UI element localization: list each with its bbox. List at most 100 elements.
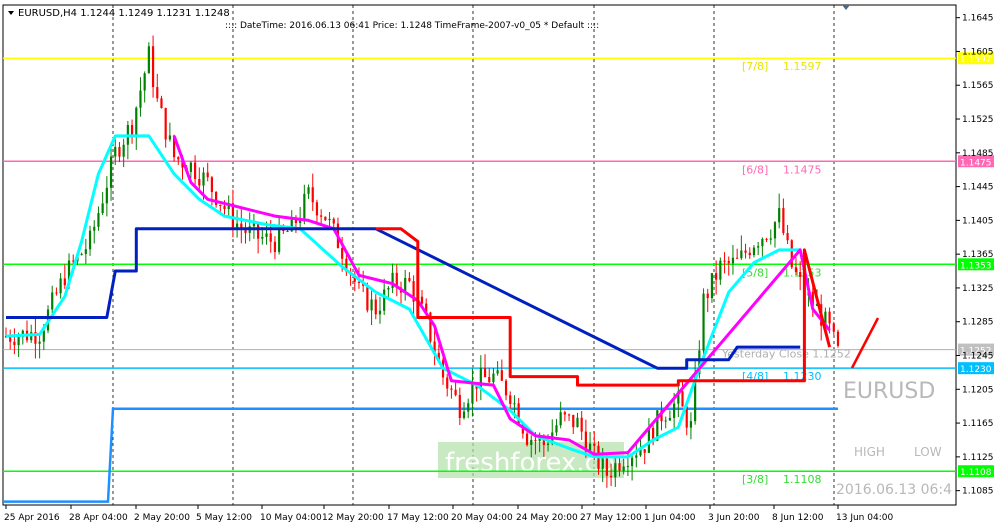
time-tick-label: 27 May 12:00 [580, 513, 642, 523]
candle-body [450, 388, 453, 390]
candle-body [177, 157, 180, 160]
candle-body [563, 412, 566, 415]
candle-body [706, 293, 709, 299]
candle-body [748, 252, 751, 256]
candle-body [273, 241, 277, 253]
candle-body [118, 146, 121, 157]
candle-body [97, 213, 100, 227]
time-tick-label: 10 May 04:00 [260, 513, 322, 523]
plot-area [2, 4, 957, 506]
candle-body [122, 144, 125, 157]
candle-body [156, 87, 159, 99]
candle-body [160, 98, 163, 109]
candle-body [525, 433, 529, 445]
candle-body [446, 377, 449, 389]
time-tick-label: 3 Jun 20:00 [708, 513, 760, 523]
candle-body [664, 420, 667, 422]
price-tick-label: 1.1405 [962, 216, 994, 226]
candle-body [236, 223, 239, 228]
candle-body [769, 238, 772, 240]
price-tick-label: 1.1525 [962, 115, 994, 125]
candle-body [193, 162, 197, 179]
level-label: [3/8] [742, 473, 768, 486]
candle-body [93, 226, 96, 231]
candle-body [626, 466, 629, 468]
candle-body [332, 218, 335, 224]
time-tick-label: 8 Jun 12:00 [772, 513, 824, 523]
candle-body [643, 449, 646, 453]
candle-body [710, 273, 714, 299]
candle-body [673, 403, 676, 418]
candle-body [471, 383, 474, 404]
candle-body [492, 373, 495, 383]
time-tick-label: 2 May 20:00 [134, 513, 190, 523]
candle-body [13, 341, 16, 346]
candle-body [744, 250, 747, 253]
candle-body [17, 336, 20, 346]
time-tick-label: 17 May 12:00 [387, 513, 449, 523]
level-value: 1.1108 [783, 473, 822, 486]
level-value: 1.1353 [783, 266, 822, 279]
candle-body [101, 203, 104, 214]
info-line: :::: DateTime: 2016.06.13 06:41 Price: 1… [225, 21, 599, 31]
candle-body [631, 457, 634, 467]
price-tick-label: 1.1325 [962, 284, 994, 294]
candle-body [202, 172, 205, 186]
candle-body [622, 466, 625, 471]
candle-body [559, 412, 562, 426]
candle-body [790, 240, 793, 268]
candle-body [727, 260, 730, 264]
candle-body [479, 368, 482, 389]
candle-body [383, 289, 386, 311]
level-label: [7/8] [742, 60, 768, 73]
datetime-watermark: 2016.06.13 06:4 [836, 482, 952, 498]
candle-body [420, 296, 424, 304]
level-value: 1.1475 [783, 163, 822, 176]
price-chart[interactable]: freshforex.com EURUSD HIGH LOW 2016.06.1… [0, 0, 1001, 529]
price-tick-label: 1.1645 [962, 14, 994, 24]
candle-body [341, 248, 344, 259]
candle-body [311, 187, 314, 203]
candle-body [567, 414, 571, 416]
time-tick-label: 28 Apr 04:00 [69, 513, 128, 523]
candle-body [496, 370, 499, 374]
time-axis: 25 Apr 2016 28 Apr 04:00 2 May 20:00 5 May … [4, 505, 893, 523]
time-tick-label: 5 May 12:00 [196, 513, 252, 523]
candle-body [719, 260, 722, 280]
candle-body [130, 125, 134, 135]
price-tick-label: 1.1365 [962, 250, 994, 260]
candle-body [757, 246, 760, 248]
candle-body [387, 288, 390, 290]
candle-body [534, 439, 537, 441]
candle-body [530, 439, 533, 445]
candle-body [84, 249, 87, 254]
candle-body [513, 403, 516, 405]
candle-body [773, 222, 777, 239]
candle-body [164, 108, 167, 140]
candle-body [55, 292, 58, 294]
candle-body [601, 458, 604, 469]
price-tick-label: 1.1085 [962, 487, 994, 497]
candle-body [715, 273, 718, 280]
candle-body [151, 46, 155, 88]
candle-body [307, 187, 310, 194]
candle-body [635, 455, 638, 458]
candle-body [252, 223, 256, 227]
candle-body [51, 292, 54, 310]
candle-body [59, 278, 62, 294]
candle-body [370, 299, 373, 311]
level-axis-value: 1.1230 [960, 365, 992, 375]
price-tick-label: 1.1285 [962, 318, 994, 328]
candle-body [223, 206, 226, 210]
candle-body [286, 230, 289, 232]
candle-body [786, 233, 789, 241]
candle-body [740, 250, 743, 259]
candle-body [736, 257, 739, 259]
level-axis-value: 1.1475 [960, 158, 992, 168]
price-axis: 1.1645 1.1605 1.1565 1.1525 1.1485 1.1445 1.14… [956, 14, 994, 497]
yesterday-close-label: Yesterday Close 1.1252 [721, 348, 851, 361]
candle-body [198, 178, 201, 186]
candle-body [509, 395, 512, 404]
candle-body [731, 257, 735, 264]
price-tick-label: 1.1205 [962, 385, 994, 395]
